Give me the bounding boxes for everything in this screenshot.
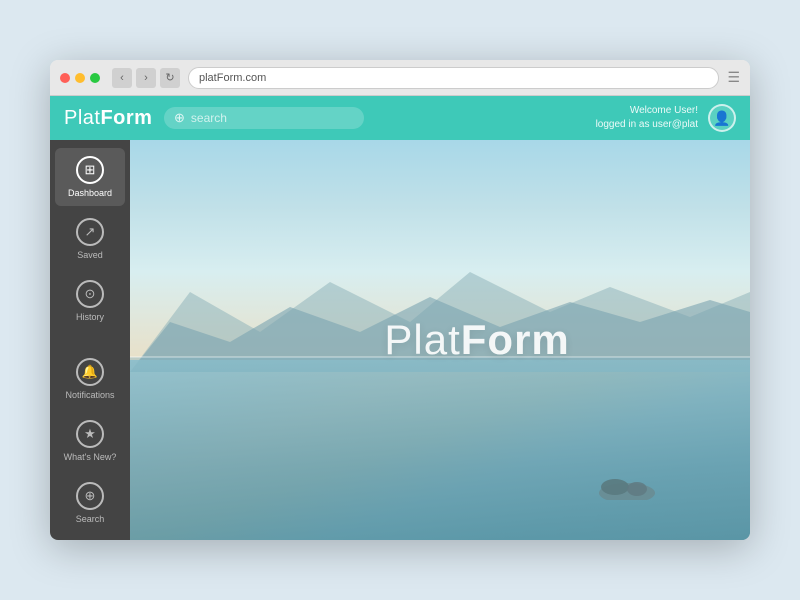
search-icon: ⊕ bbox=[174, 110, 185, 126]
browser-menu-button[interactable]: ☰ bbox=[727, 69, 740, 86]
history-icon: ⊙ bbox=[76, 280, 104, 308]
address-bar[interactable]: platForm.com bbox=[188, 67, 719, 89]
main-content: ⊞ Dashboard ↗ Saved ⊙ History 🔔 Notif bbox=[50, 140, 750, 540]
url-text: platForm.com bbox=[199, 72, 266, 84]
window-controls bbox=[60, 73, 100, 83]
sidebar-label-dashboard: Dashboard bbox=[68, 188, 112, 198]
close-dot[interactable] bbox=[60, 73, 70, 83]
minimize-dot[interactable] bbox=[75, 73, 85, 83]
search-bar[interactable]: ⊕ bbox=[164, 107, 364, 129]
saved-icon: ↗ bbox=[76, 218, 104, 246]
browser-chrome: ‹ › ↻ platForm.com ☰ bbox=[50, 60, 750, 96]
sidebar-label-saved: Saved bbox=[77, 250, 103, 260]
forward-button[interactable]: › bbox=[136, 68, 156, 88]
browser-window: ‹ › ↻ platForm.com ☰ PlatForm ⊕ Welcome … bbox=[50, 60, 750, 540]
hero-mountains-svg bbox=[130, 252, 750, 372]
app-logo: PlatForm bbox=[64, 107, 164, 130]
welcome-text: Welcome User! logged in as user@plat bbox=[596, 104, 698, 132]
sidebar-item-dashboard[interactable]: ⊞ Dashboard bbox=[55, 148, 125, 206]
hero-rocks-svg bbox=[597, 465, 657, 500]
sidebar-label-notifications: Notifications bbox=[65, 390, 114, 400]
logo-bold: Form bbox=[100, 107, 152, 129]
maximize-dot[interactable] bbox=[90, 73, 100, 83]
welcome-line2: logged in as user@plat bbox=[596, 118, 698, 132]
app-container: PlatForm ⊕ Welcome User! logged in as us… bbox=[50, 96, 750, 540]
nav-buttons: ‹ › ↻ bbox=[112, 68, 180, 88]
whatsnew-icon: ★ bbox=[76, 420, 104, 448]
top-nav: PlatForm ⊕ Welcome User! logged in as us… bbox=[50, 96, 750, 140]
logo-light: Plat bbox=[64, 107, 100, 129]
sidebar-label-history: History bbox=[76, 312, 104, 322]
sidebar-label-search: Search bbox=[76, 514, 105, 524]
back-button[interactable]: ‹ bbox=[112, 68, 132, 88]
dashboard-icon: ⊞ bbox=[76, 156, 104, 184]
hero-water bbox=[130, 360, 750, 540]
sidebar-item-saved[interactable]: ↗ Saved bbox=[55, 210, 125, 268]
search-input[interactable] bbox=[191, 111, 354, 125]
horizon-line bbox=[130, 356, 750, 358]
sidebar-label-whatsnew: What's New? bbox=[64, 452, 117, 462]
hero-area: PlatForm bbox=[130, 140, 750, 540]
user-avatar[interactable]: 👤 bbox=[708, 104, 736, 132]
sidebar-item-whatsnew[interactable]: ★ What's New? bbox=[55, 412, 125, 470]
sidebar-item-history[interactable]: ⊙ History bbox=[55, 272, 125, 330]
search-sidebar-icon: ⊕ bbox=[76, 482, 104, 510]
refresh-button[interactable]: ↻ bbox=[160, 68, 180, 88]
welcome-line1: Welcome User! bbox=[596, 104, 698, 118]
notifications-icon: 🔔 bbox=[76, 358, 104, 386]
sidebar: ⊞ Dashboard ↗ Saved ⊙ History 🔔 Notif bbox=[50, 140, 130, 540]
nav-right: Welcome User! logged in as user@plat 👤 bbox=[596, 104, 736, 132]
sidebar-item-search[interactable]: ⊕ Search bbox=[55, 474, 125, 532]
sidebar-item-notifications[interactable]: 🔔 Notifications bbox=[55, 350, 125, 408]
avatar-icon: 👤 bbox=[713, 110, 730, 127]
